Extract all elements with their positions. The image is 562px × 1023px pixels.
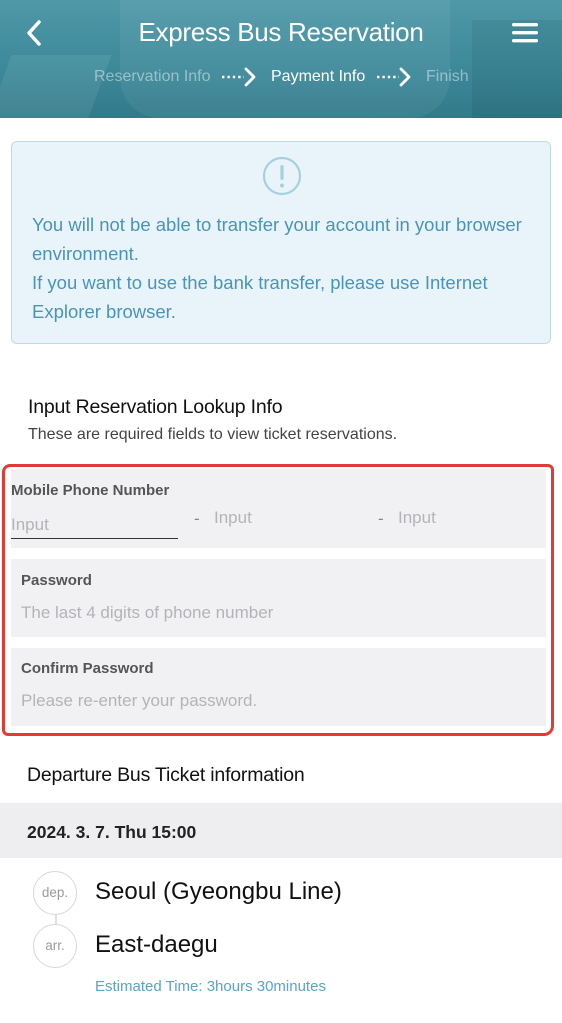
notice-line-2: If you want to use the bank transfer, pl…	[32, 272, 488, 322]
notice-line-1: You will not be able to transfer your ac…	[32, 214, 522, 264]
origin-terminal: Seoul (Gyeongbu Line)	[95, 878, 342, 905]
step-reservation-info: Reservation Info	[94, 68, 211, 85]
step-payment-info: Payment Info	[271, 68, 366, 85]
estimated-time: Estimated Time: 3hours 30minutes	[95, 978, 326, 995]
mobile-phone-label: Mobile Phone Number	[11, 482, 170, 499]
notice-text: You will not be able to transfer your ac…	[32, 210, 532, 326]
destination-terminal: East-daegu	[95, 931, 218, 958]
mobile-phone-field: Mobile Phone Number - -	[11, 469, 546, 548]
exclamation-circle-icon	[262, 156, 302, 196]
step-arrow-icon	[222, 67, 256, 87]
phone-part2-input[interactable]	[214, 505, 364, 531]
departure-tag: dep.	[33, 871, 77, 915]
step-arrow-icon	[377, 67, 411, 87]
menu-button[interactable]	[510, 20, 540, 46]
browser-notice-box: You will not be able to transfer your ac…	[11, 141, 551, 344]
phone-part3-input[interactable]	[398, 505, 538, 531]
confirm-password-input[interactable]	[21, 687, 521, 715]
lookup-section-title: Input Reservation Lookup Info	[28, 396, 283, 418]
arrival-tag: arr.	[33, 924, 77, 968]
password-input[interactable]	[21, 599, 521, 627]
lookup-section-subtitle: These are required fields to view ticket…	[28, 426, 398, 443]
progress-steps: Reservation Info Payment Info Finish	[0, 66, 562, 90]
phone-part1-input[interactable]	[11, 511, 178, 539]
phone-separator: -	[194, 509, 200, 528]
departure-date-bar: 2024. 3. 7. Thu 15:00	[0, 803, 562, 858]
departure-section-title: Departure Bus Ticket information	[27, 764, 305, 786]
confirm-password-field: Confirm Password	[11, 648, 546, 726]
departure-datetime: 2024. 3. 7. Thu 15:00	[27, 822, 197, 842]
page-title: Express Bus Reservation	[138, 17, 424, 47]
hamburger-menu-icon	[512, 23, 538, 43]
password-label: Password	[21, 572, 92, 589]
app-header: Express Bus Reservation Reservation Info…	[0, 0, 562, 118]
step-finish: Finish	[426, 68, 469, 85]
password-field: Password	[11, 559, 546, 637]
phone-separator: -	[378, 509, 384, 528]
confirm-password-label: Confirm Password	[21, 660, 154, 677]
